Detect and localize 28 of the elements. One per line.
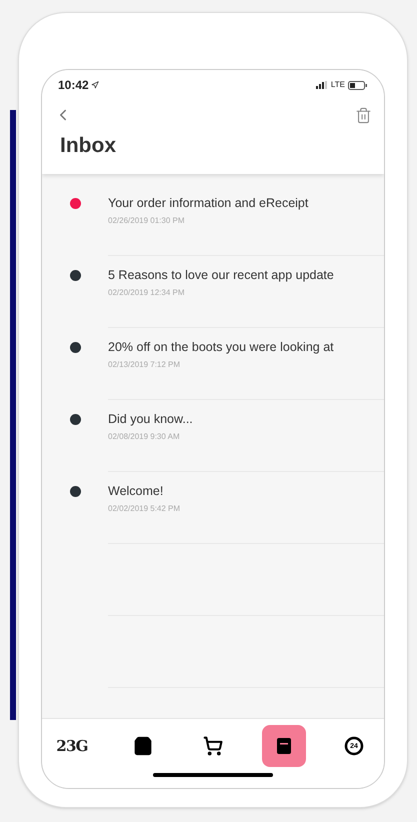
message-date: 02/02/2019 5:42 PM (108, 503, 182, 516)
message-date: 02/08/2019 9:30 AM (108, 431, 181, 444)
message-date: 02/26/2019 01:30 PM (108, 215, 186, 228)
message-title: 5 Reasons to love our recent app update (108, 266, 335, 284)
account-icon (344, 736, 364, 756)
message-date: 02/20/2019 12:34 PM (108, 287, 186, 300)
message-row[interactable]: 5 Reasons to love our recent app update 02/20/2019 12:34 PM (42, 256, 384, 328)
cart-icon (203, 736, 223, 756)
message-row[interactable]: Did you know... 02/08/2019 9:30 AM (42, 400, 384, 472)
battery-icon (348, 80, 368, 90)
message-date: 02/13/2019 7:12 PM (108, 359, 182, 372)
tab-bar-item[interactable] (262, 725, 306, 767)
tab-bar-item[interactable]: 23G (50, 725, 94, 767)
page-title: Inbox (59, 133, 117, 159)
message-title: Your order information and eReceipt (108, 194, 310, 212)
message-title: 20% off on the boots you were looking at (108, 338, 335, 356)
message-row[interactable]: Your order information and eReceipt 02/26/2019 01:30 PM (42, 184, 384, 256)
network-label: LTE (330, 79, 345, 91)
message-title: Welcome! (108, 482, 164, 500)
signal-icon (316, 81, 328, 89)
status-time: 10:42 (58, 77, 89, 94)
message-title: Did you know... (108, 410, 194, 428)
box-icon (276, 737, 292, 755)
message-row[interactable]: 20% off on the boots you were looking at 02/13/2019 7:12 PM (42, 328, 384, 400)
location-icon (90, 81, 99, 89)
message-row[interactable]: Welcome! 02/02/2019 5:42 PM (42, 472, 384, 544)
trash-icon (355, 106, 372, 124)
delete-button[interactable] (355, 106, 372, 124)
